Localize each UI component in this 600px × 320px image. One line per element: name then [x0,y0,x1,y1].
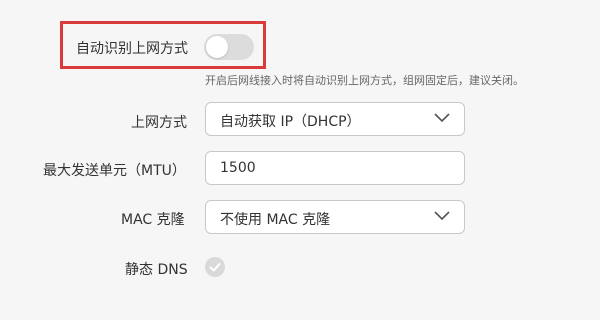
mtu-input[interactable]: 1500 [205,151,465,185]
auto-detect-hint: 开启后网线接入时将自动识别上网方式，组网固定后，建议关闭。 [205,74,524,87]
mac-clone-value: 不使用 MAC 克隆 [220,212,331,228]
chevron-down-icon [434,211,450,221]
chevron-down-icon [434,113,450,123]
toggle-knob [206,36,228,58]
connection-type-select[interactable]: 自动获取 IP（DHCP） [205,102,465,136]
connection-type-value: 自动获取 IP（DHCP） [220,114,361,130]
mtu-value: 1500 [220,160,256,176]
connection-type-label: 上网方式 [131,115,187,131]
mac-clone-label: MAC 克隆 [121,212,185,228]
static-dns-label: 静态 DNS [125,262,188,278]
mtu-label: 最大发送单元（MTU） [43,163,186,179]
auto-detect-label: 自动识别上网方式 [76,41,188,57]
static-dns-checkbox[interactable] [205,257,225,277]
mac-clone-select[interactable]: 不使用 MAC 克隆 [205,200,465,234]
check-icon [209,263,221,272]
auto-detect-highlight: 自动识别上网方式 [60,21,266,69]
auto-detect-toggle[interactable] [204,34,254,60]
